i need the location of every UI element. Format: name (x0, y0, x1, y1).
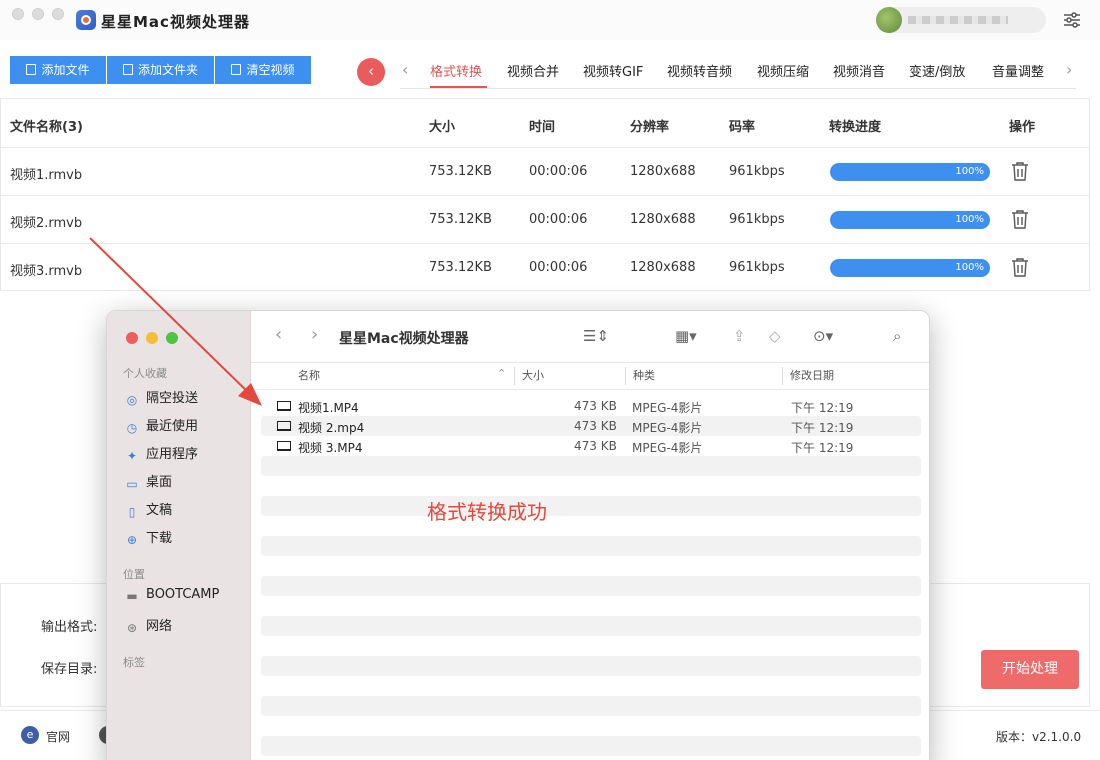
annotation-arrow-icon (89, 237, 262, 406)
app-window: 星星Mac视频处理器 添加文件 添加文件夹 清空视频 ‹ ‹ 格式转换 视频合并… (0, 0, 1100, 760)
